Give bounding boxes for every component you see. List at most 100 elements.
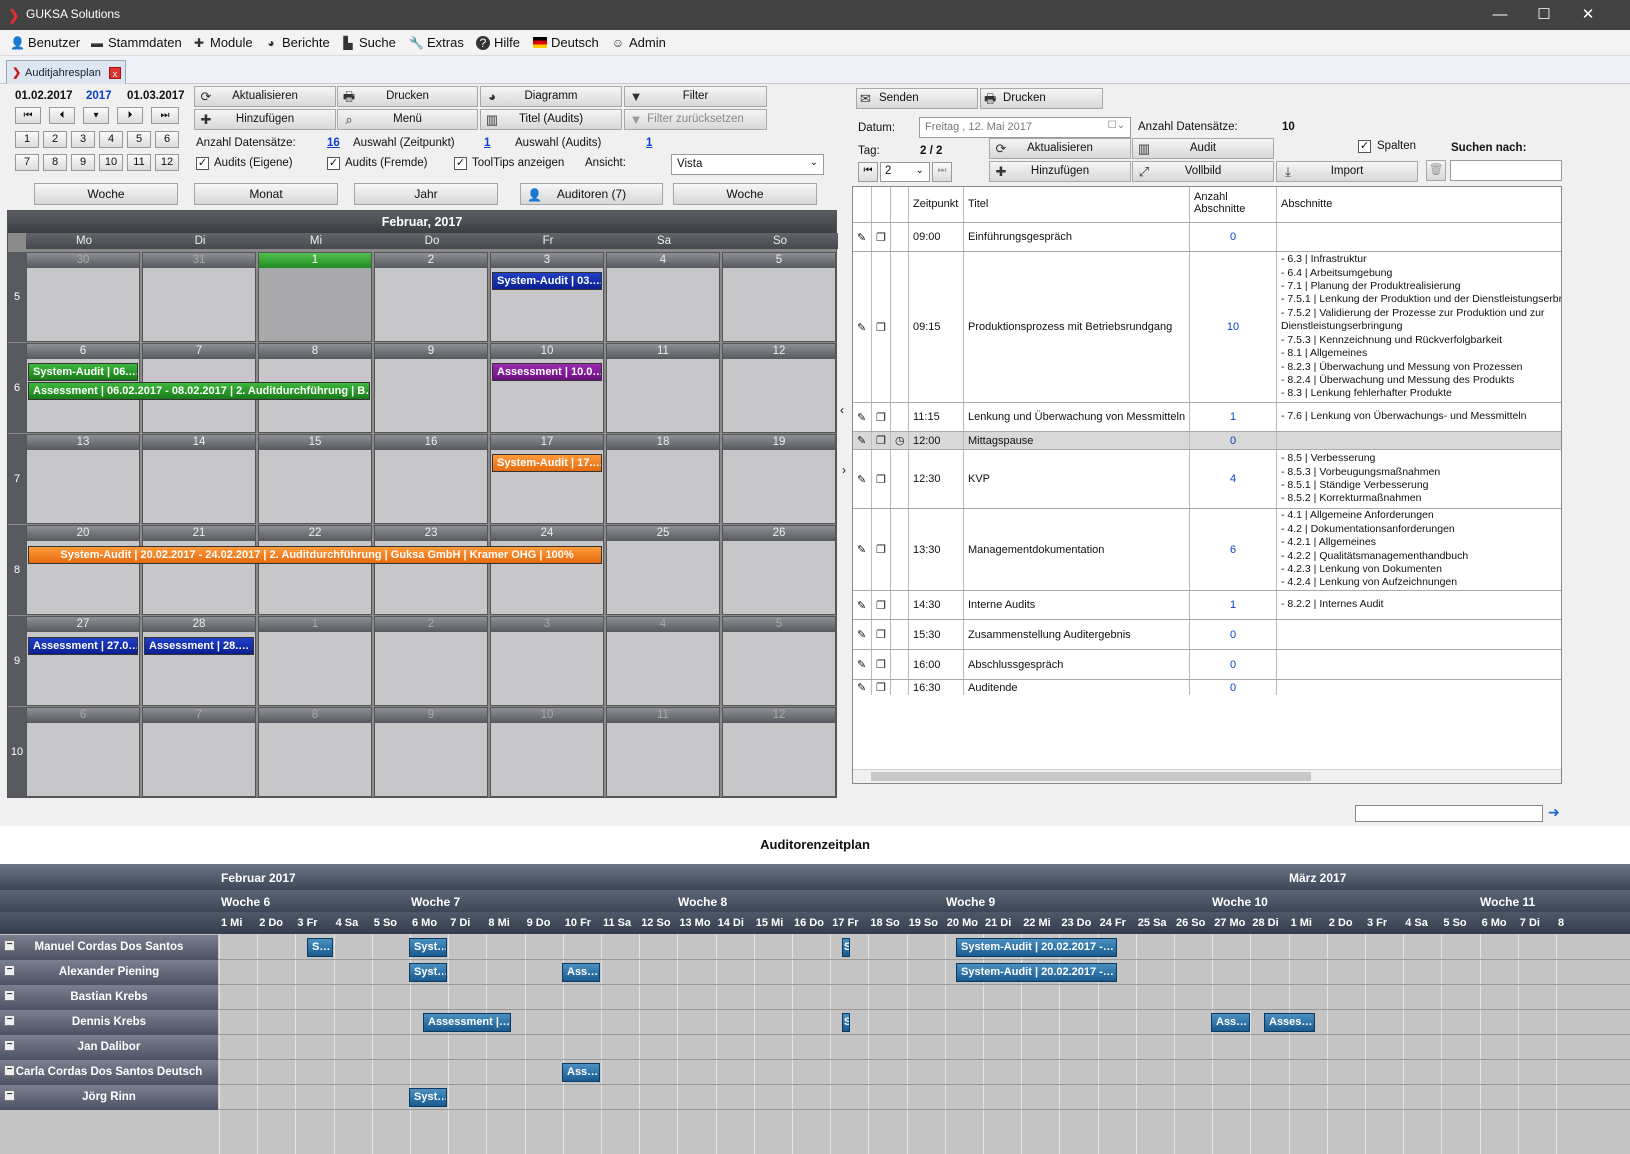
calendar-event[interactable]: System-Audit | 03.…	[492, 272, 602, 290]
month-4-button[interactable]: 4	[99, 131, 123, 148]
audit-button[interactable]: ▥ Audit	[1132, 138, 1274, 159]
calendar-day-cell[interactable]: 4	[606, 616, 720, 706]
calendar-day-cell[interactable]: 1	[258, 616, 372, 706]
edit-pencil-icon[interactable]: ✎	[853, 450, 872, 508]
calendar-day-cell[interactable]: 23	[374, 525, 488, 615]
calendar-day-cell[interactable]: 9	[374, 707, 488, 797]
calendar-day-cell[interactable]: 4	[606, 252, 720, 342]
calendar-day-cell[interactable]: 14	[142, 434, 256, 524]
copy-doc-icon[interactable]: ❐	[872, 403, 891, 431]
diagramm-button[interactable]: ◕ Diagramm	[480, 86, 622, 107]
calendar-day-cell[interactable]: 3	[490, 616, 604, 706]
horizontal-scrollbar[interactable]	[853, 769, 1561, 783]
month-8-button[interactable]: 8	[43, 154, 67, 171]
last-button[interactable]: ⏭	[151, 107, 179, 124]
calendar-day-cell[interactable]: 7	[142, 707, 256, 797]
calendar-event[interactable]: System-Audit | 17.…	[492, 454, 602, 472]
datum-picker[interactable]: Freitag , 12. Mai 2017 ☐⌄	[919, 117, 1131, 138]
menu-module[interactable]: ✚ Module	[192, 35, 253, 50]
calendar-day-cell[interactable]: 1	[258, 252, 372, 342]
row-count-link[interactable]: 0	[1190, 432, 1277, 449]
view-auditoren-button[interactable]: 👤 Auditoren (7)	[520, 183, 663, 205]
copy-doc-icon[interactable]: ❐	[872, 591, 891, 619]
tag-select[interactable]: 2 ⌄	[880, 162, 930, 182]
calendar-day-cell[interactable]: 11	[606, 343, 720, 433]
month-7-button[interactable]: 7	[15, 154, 39, 171]
schedule-bar[interactable]: S…	[307, 938, 333, 957]
schedule-bar[interactable]: Syst…	[409, 938, 447, 957]
go-arrow-icon[interactable]: ➜	[1548, 804, 1560, 821]
calendar-day-cell[interactable]: 31	[142, 252, 256, 342]
edit-pencil-icon[interactable]: ✎	[853, 403, 872, 431]
prev-button[interactable]: ⏴	[49, 107, 75, 124]
schedule-bar[interactable]: System-Audit | 20.02.2017 -…	[956, 938, 1117, 957]
menu-stammdaten[interactable]: ▬ Stammdaten	[90, 35, 182, 50]
copy-doc-icon[interactable]: ❐	[872, 650, 891, 679]
schedule-bar[interactable]: Asses…	[1264, 1013, 1315, 1032]
table-row[interactable]: ✎ ❐ 09:00 Einführungsgespräch 0	[853, 222, 1561, 251]
tab-auditjahresplan[interactable]: ❯ Auditjahresplan x	[6, 60, 126, 84]
menu-button[interactable]: ⌕ Menü	[337, 109, 478, 130]
calendar-day-cell[interactable]: 10	[490, 707, 604, 797]
calendar-day-cell[interactable]: 21	[142, 525, 256, 615]
row-count-link[interactable]: 0	[1190, 223, 1277, 251]
calendar-day-cell[interactable]: 6	[26, 707, 140, 797]
calendar-day-cell[interactable]: 17	[490, 434, 604, 524]
drucken-button[interactable]: 🖶 Drucken	[337, 86, 478, 107]
dropdown-button[interactable]: ▾	[83, 107, 109, 124]
month-9-button[interactable]: 9	[71, 154, 95, 171]
table-row[interactable]: ✎ ❐ 12:30 KVP 4- 8.5 | Verbesserung - 8.5.3 |…	[853, 449, 1561, 508]
calendar-day-cell[interactable]: 20	[26, 525, 140, 615]
month-6-button[interactable]: 6	[155, 131, 179, 148]
filter-reset-button[interactable]: ▼ Filter zurücksetzen	[624, 109, 767, 130]
row-count-link[interactable]: 4	[1190, 450, 1277, 508]
edit-pencil-icon[interactable]: ✎	[853, 223, 872, 251]
collapse-left-icon[interactable]: ‹	[840, 403, 844, 417]
schedule-bar[interactable]: Syst…	[409, 1088, 447, 1107]
calendar-day-cell[interactable]: 24	[490, 525, 604, 615]
collapse-toggle-icon[interactable]: −	[4, 990, 15, 1001]
month-1-button[interactable]: 1	[15, 131, 39, 148]
table-row[interactable]: ✎ ❐ 16:00 Abschlussgespräch 0	[853, 649, 1561, 679]
calendar-day-cell[interactable]: 8	[258, 707, 372, 797]
audits-eigene-checkbox[interactable]: ✓	[196, 157, 209, 170]
copy-doc-icon[interactable]: ❐	[872, 620, 891, 649]
search-input[interactable]	[1450, 160, 1562, 181]
schedule-bar[interactable]: Ass…	[1211, 1013, 1250, 1032]
collapse-toggle-icon[interactable]: −	[4, 1015, 15, 1026]
hinzufuegen-button[interactable]: ✚ Hinzufügen	[194, 109, 336, 130]
schedule-bar[interactable]: S	[842, 1013, 850, 1032]
vollbild-button[interactable]: ⤢ Vollbild	[1132, 161, 1274, 182]
collapse-toggle-icon[interactable]: −	[4, 1040, 15, 1051]
calendar-day-cell[interactable]: 5	[722, 252, 836, 342]
row-count-link[interactable]: 6	[1190, 509, 1277, 590]
copy-doc-icon[interactable]: ❐	[872, 450, 891, 508]
month-10-button[interactable]: 10	[99, 154, 123, 171]
table-row[interactable]: ✎ ❐ 09:15 Produktionsprozess mit Betriebsru…	[853, 251, 1561, 402]
col-zeitpunkt[interactable]: Zeitpunkt	[909, 187, 964, 222]
row-count-link[interactable]: 1	[1190, 591, 1277, 619]
status-input[interactable]	[1355, 805, 1543, 822]
collapse-toggle-icon[interactable]: −	[4, 965, 15, 976]
month-3-button[interactable]: 3	[71, 131, 95, 148]
row-count-link[interactable]: 10	[1190, 252, 1277, 402]
month-12-button[interactable]: 12	[155, 154, 179, 171]
calendar-day-cell[interactable]: 11	[606, 707, 720, 797]
collapse-toggle-icon[interactable]: −	[4, 940, 15, 951]
calendar-event[interactable]: Assessment | 27.0…	[28, 637, 138, 655]
right-drucken-button[interactable]: 🖶 Drucken	[980, 88, 1103, 109]
menu-berichte[interactable]: ◕ Berichte	[264, 35, 329, 50]
col-titel[interactable]: Titel	[964, 187, 1190, 222]
calendar-day-cell[interactable]: 30	[26, 252, 140, 342]
close-icon[interactable]: ✕	[1566, 4, 1610, 26]
calendar-day-cell[interactable]: 26	[722, 525, 836, 615]
row-count-link[interactable]: 0	[1190, 680, 1277, 695]
table-row[interactable]: ✎ ❐ 11:15 Lenkung und Überwachung von Messm…	[853, 402, 1561, 431]
tooltips-checkbox[interactable]: ✓	[454, 157, 467, 170]
menu-deutsch[interactable]: Deutsch	[533, 35, 599, 50]
col-abschnitte[interactable]: Abschnitte	[1277, 187, 1562, 222]
menu-benutzer[interactable]: 👤 Benutzer	[10, 35, 80, 50]
view-woche2-button[interactable]: Woche	[673, 183, 817, 205]
calendar-day-cell[interactable]: 18	[606, 434, 720, 524]
trash-button[interactable]: 🗑	[1426, 160, 1446, 181]
